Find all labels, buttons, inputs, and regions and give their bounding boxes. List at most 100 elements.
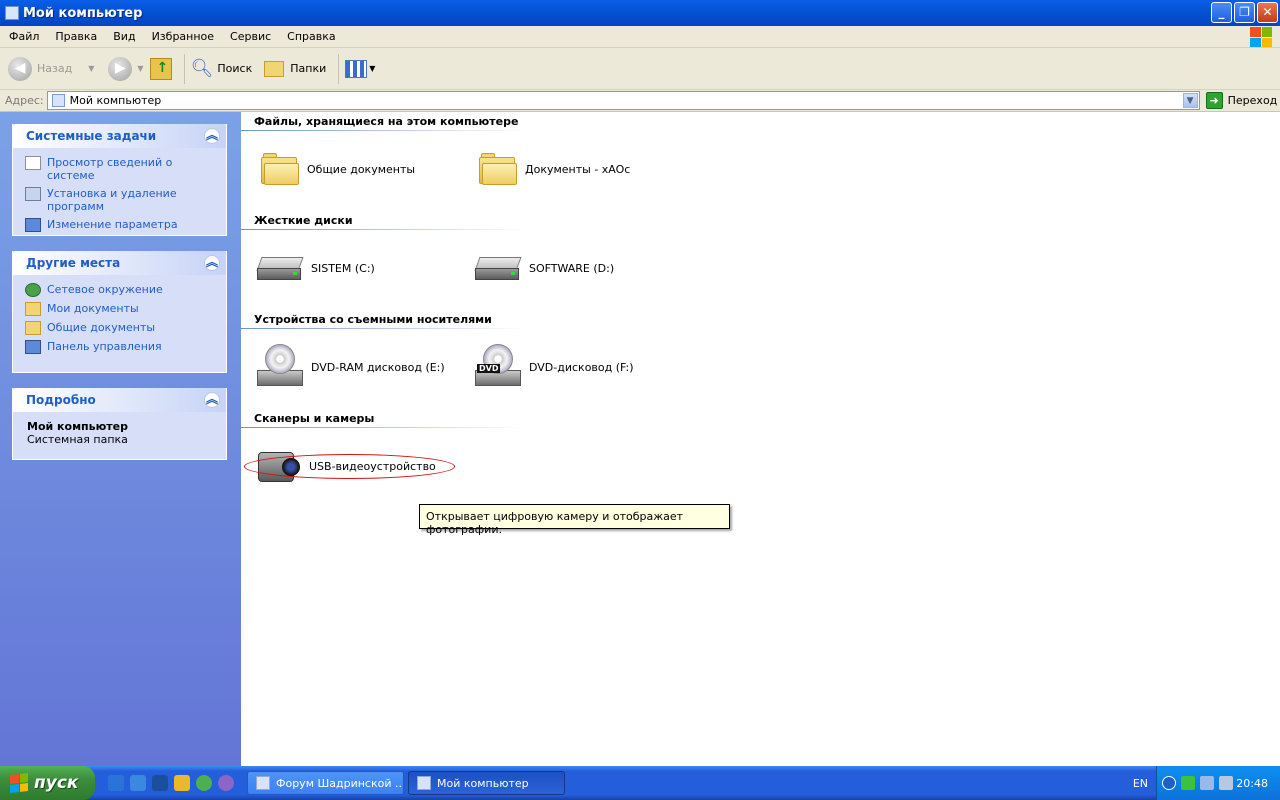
search-label: Поиск xyxy=(217,62,253,75)
menu-view[interactable]: Вид xyxy=(104,30,142,43)
up-folder-icon: ↑ xyxy=(149,57,172,80)
minimize-button[interactable]: _ xyxy=(1211,2,1232,23)
my-documents-icon xyxy=(25,302,41,316)
back-dropdown-icon[interactable]: ▼ xyxy=(88,64,94,73)
computer-icon xyxy=(51,94,65,107)
browser-icon xyxy=(256,776,270,790)
place-label: Мои документы xyxy=(47,302,139,315)
windows-flag-icon xyxy=(10,773,28,793)
group-title-scanners: Сканеры и камеры xyxy=(254,412,375,425)
up-folder-button[interactable]: ↑ xyxy=(149,57,172,80)
folder-icon xyxy=(261,153,299,185)
taskbar-window-my-computer[interactable]: Мой компьютер xyxy=(408,771,565,795)
task-view-system-info[interactable]: Просмотр сведений о системе xyxy=(25,156,218,182)
toolbar-separator xyxy=(338,53,340,84)
system-tray: 20:48 xyxy=(1156,766,1280,800)
internet-explorer-icon[interactable] xyxy=(108,775,124,791)
menu-tools[interactable]: Сервис xyxy=(221,30,278,43)
menu-bar: Файл Правка Вид Избранное Сервис Справка xyxy=(0,26,1280,48)
system-tasks-panel: Системные задачи ︽ Просмотр сведений о с… xyxy=(12,124,227,236)
group-divider xyxy=(241,427,526,428)
address-bar: Адрес: Мой компьютер ▼ ➜ Переход xyxy=(0,90,1280,112)
document-icon[interactable] xyxy=(152,775,168,791)
content-area: Файлы, хранящиеся на этом компьютере Общ… xyxy=(241,112,1280,766)
taskbar-window-forum[interactable]: Форум Шадринской ... xyxy=(247,771,404,795)
item-drive-f[interactable]: DVD DVD-дисковод (F:) xyxy=(475,344,634,390)
place-shared-documents[interactable]: Общие документы xyxy=(25,321,218,335)
item-label: DVD-RAM дисковод (E:) xyxy=(311,360,445,374)
place-label: Сетевое окружение xyxy=(47,283,163,296)
item-drive-d[interactable]: SOFTWARE (D:) xyxy=(474,254,614,282)
close-button[interactable]: ✕ xyxy=(1257,2,1278,23)
folders-icon xyxy=(264,60,285,77)
menu-help[interactable]: Справка xyxy=(278,30,342,43)
forward-button[interactable]: ▶ ▼ xyxy=(108,56,144,81)
task-pane: Системные задачи ︽ Просмотр сведений о с… xyxy=(0,112,241,766)
control-panel-icon xyxy=(25,340,41,354)
item-label: DVD-дисковод (F:) xyxy=(529,360,634,374)
forward-dropdown-icon: ▼ xyxy=(137,64,144,73)
folder-icon xyxy=(479,153,517,185)
back-arrow-icon: ◀ xyxy=(8,56,32,81)
go-label: Переход xyxy=(1227,94,1278,107)
computer-icon xyxy=(417,776,431,790)
menu-file[interactable]: Файл xyxy=(0,30,46,43)
dvd-drive-icon: DVD xyxy=(475,344,521,390)
task-change-setting[interactable]: Изменение параметра xyxy=(25,218,218,232)
menu-favorites[interactable]: Избранное xyxy=(143,30,221,43)
item-label: Документы - xAOc xyxy=(525,162,631,176)
search-button[interactable]: 🔍︎ Поиск xyxy=(191,58,253,79)
collapse-icon[interactable]: ︽ xyxy=(204,255,220,271)
chevron-down-icon[interactable]: ▼ xyxy=(1182,93,1198,108)
dvd-badge: DVD xyxy=(477,364,501,373)
add-remove-icon xyxy=(25,187,41,201)
collapse-icon[interactable]: ︽ xyxy=(204,392,220,408)
place-label: Панель управления xyxy=(47,340,162,353)
task-label: Просмотр сведений о системе xyxy=(47,156,173,182)
task-add-remove-programs[interactable]: Установка и удаление программ xyxy=(25,187,218,213)
network-icon xyxy=(25,283,41,297)
go-button[interactable]: ➜ Переход xyxy=(1205,92,1278,109)
address-field[interactable]: Мой компьютер ▼ xyxy=(46,91,1200,110)
start-button[interactable]: пуск xyxy=(0,766,95,800)
place-label: Общие документы xyxy=(47,321,156,334)
system-tasks-header[interactable]: Системные задачи ︽ xyxy=(13,124,226,148)
messenger-icon[interactable] xyxy=(196,775,212,791)
volume-icon[interactable] xyxy=(1219,776,1233,790)
folders-label: Папки xyxy=(290,62,327,75)
place-network[interactable]: Сетевое окружение xyxy=(25,283,218,297)
item-drive-e[interactable]: DVD-RAM дисковод (E:) xyxy=(257,344,445,390)
tooltip: Открывает цифровую камеру и отображает ф… xyxy=(419,504,730,536)
opera-icon[interactable] xyxy=(218,775,234,791)
winamp-icon[interactable] xyxy=(174,775,190,791)
folder-icon xyxy=(25,321,41,335)
window-title: Мой компьютер xyxy=(23,5,143,21)
toolbar-separator xyxy=(183,53,185,84)
item-shared-documents[interactable]: Общие документы xyxy=(261,153,415,185)
network-status-icon[interactable] xyxy=(1181,776,1195,790)
outlook-icon[interactable] xyxy=(130,775,146,791)
restore-button[interactable]: ❐ xyxy=(1234,2,1255,23)
dvd-ram-drive-icon xyxy=(257,344,303,390)
views-button[interactable]: ▼ xyxy=(345,59,376,78)
chevron-left-icon[interactable] xyxy=(1162,776,1176,790)
clock[interactable]: 20:48 xyxy=(1236,777,1268,790)
language-indicator[interactable]: EN xyxy=(1133,766,1148,800)
place-my-documents[interactable]: Мои документы xyxy=(25,302,218,316)
item-drive-c[interactable]: SISTEM (C:) xyxy=(256,254,375,282)
taskbar-window-label: Форум Шадринской ... xyxy=(276,776,404,790)
collapse-icon[interactable]: ︽ xyxy=(204,128,220,144)
other-places-header[interactable]: Другие места ︽ xyxy=(13,251,226,275)
views-dropdown-icon: ▼ xyxy=(369,64,376,73)
folders-button[interactable]: Папки xyxy=(264,60,327,77)
display-icon[interactable] xyxy=(1200,776,1214,790)
group-divider xyxy=(241,328,526,329)
details-title: Подробно xyxy=(26,393,96,407)
item-user-documents[interactable]: Документы - xAOc xyxy=(479,153,630,185)
place-control-panel[interactable]: Панель управления xyxy=(25,340,218,354)
back-button[interactable]: ◀ Назад ▼ xyxy=(8,56,94,81)
title-bar[interactable]: Мой компьютер _ ❐ ✕ xyxy=(0,0,1280,26)
group-title-hdd: Жесткие диски xyxy=(254,214,353,227)
menu-edit[interactable]: Правка xyxy=(46,30,104,43)
details-header[interactable]: Подробно ︽ xyxy=(13,388,226,412)
